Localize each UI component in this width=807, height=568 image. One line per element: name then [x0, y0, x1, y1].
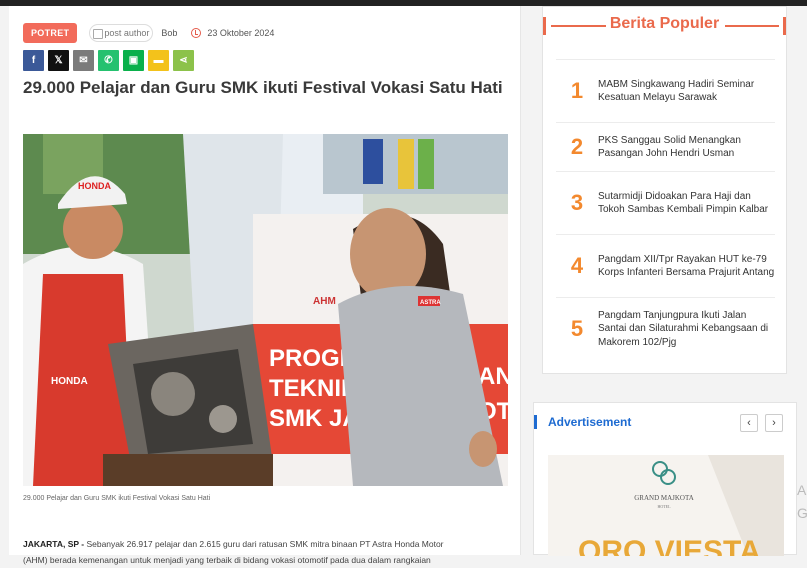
- photo-banner-right: AN: [478, 363, 508, 390]
- heading-rule-1: [551, 25, 606, 27]
- lead-place: JAKARTA, SP -: [23, 539, 87, 549]
- ad-banner[interactable]: GRAND MAJKOTA HOTEL ORO VIESTA: [548, 455, 784, 556]
- popular-item[interactable]: 5 Pangdam Tanjungpura Ikuti Jalan Santai …: [556, 297, 775, 360]
- photo-caption: 29.000 Pelajar dan Guru SMK ikuti Festiv…: [23, 495, 211, 502]
- popular-item-title[interactable]: PKS Sanggau Solid Menangkan Pasangan Joh…: [598, 134, 775, 161]
- heading-rule-2: [725, 25, 779, 27]
- photo-banner-brand: AHM: [313, 296, 336, 307]
- ad-brand-sub: HOTEL: [657, 504, 671, 509]
- post-meta: POTRET post author Bob 23 Oktober 2024: [23, 22, 274, 44]
- photo-cap-text: HONDA: [78, 181, 111, 191]
- category-badge[interactable]: POTRET: [23, 23, 78, 43]
- photo-apron-text: HONDA: [51, 376, 88, 387]
- popular-item[interactable]: 4 Pangdam XII/Tpr Rayakan HUT ke-79 Korps…: [556, 234, 775, 297]
- edge-glyph-2: G: [797, 505, 807, 521]
- facebook-share-icon[interactable]: f: [23, 50, 44, 71]
- ad-next-button[interactable]: ›: [765, 414, 783, 432]
- ad-banner-art: GRAND MAJKOTA HOTEL ORO VIESTA: [548, 455, 784, 556]
- author-name[interactable]: Bob: [161, 28, 177, 38]
- popular-item-title[interactable]: MABM Singkawang Hadiri Seminar Kesatuan …: [598, 78, 775, 105]
- lead-text-2: (AHM) berada kemenangan untuk menjadi ya…: [23, 555, 431, 565]
- article-panel: POTRET post author Bob 23 Oktober 2024 f…: [9, 6, 521, 565]
- popular-item[interactable]: 1 MABM Singkawang Hadiri Seminar Kesatuan…: [556, 59, 775, 122]
- popular-item-rank: 4: [570, 253, 584, 278]
- post-date: 23 Oktober 2024: [207, 28, 275, 38]
- article-body: JAKARTA, SP - Sebanyak 26.917 pelajar da…: [23, 536, 508, 568]
- advertisement-widget: Advertisement ‹ › GRAND MAJKOTA HOTEL OR…: [533, 402, 797, 556]
- lead-text: Sebanyak 26.917 pelajar dan 2.615 guru d…: [86, 539, 444, 549]
- whatsapp-share-icon[interactable]: ✆: [98, 50, 119, 71]
- popular-item-title[interactable]: Pangdam Tanjungpura Ikuti Jalan Santai d…: [598, 309, 775, 350]
- popular-item[interactable]: 3 Sutarmidji Didoakan Para Haji dan Tokoh…: [556, 171, 775, 234]
- sms-share-icon[interactable]: ▬: [148, 50, 169, 71]
- popular-item-title[interactable]: Pangdam XII/Tpr Rayakan HUT ke-79 Korps …: [598, 253, 775, 280]
- sharethis-share-icon[interactable]: ⋖: [173, 50, 194, 71]
- ad-heading-accent: [534, 415, 537, 429]
- author-avatar[interactable]: post author: [89, 24, 154, 42]
- photo-badge-text: ASTRA: [420, 300, 441, 306]
- popular-item-rank: 5: [570, 316, 584, 341]
- ad-brand: GRAND MAJKOTA: [634, 494, 694, 502]
- popular-item[interactable]: 2 PKS Sanggau Solid Menangkan Pasangan Jo…: [556, 122, 775, 171]
- email-share-icon[interactable]: ✉: [73, 50, 94, 71]
- popular-item-rank: 1: [570, 78, 584, 103]
- popular-item-rank: 3: [570, 190, 584, 215]
- line-share-icon[interactable]: ▣: [123, 50, 144, 71]
- popular-list: 1 MABM Singkawang Hadiri Seminar Kesatuan…: [556, 59, 775, 360]
- popular-heading: Berita Populer: [609, 15, 720, 32]
- ad-heading: Advertisement: [548, 415, 632, 429]
- share-bar: f 𝕏 ✉ ✆ ▣ ▬ ⋖: [23, 50, 194, 71]
- popular-item-title[interactable]: Sutarmidji Didoakan Para Haji dan Tokoh …: [598, 190, 775, 217]
- popular-item-rank: 2: [570, 134, 584, 159]
- x-share-icon[interactable]: 𝕏: [48, 50, 69, 71]
- popular-news-widget: Berita Populer 1 MABM Singkawang Hadiri S…: [542, 6, 787, 374]
- ad-prev-button[interactable]: ‹: [740, 414, 758, 432]
- article-title: 29.000 Pelajar dan Guru SMK ikuti Festiv…: [23, 78, 503, 97]
- clock-icon: [191, 28, 202, 38]
- edge-glyph-1: A: [797, 482, 807, 498]
- ad-promo-text: ORO VIESTA: [578, 535, 761, 556]
- article-photo: PROGRAM TEKNIK S SMK JAY AHM AN OT HONDA…: [23, 134, 508, 486]
- photo-illustration: PROGRAM TEKNIK S SMK JAY AHM AN OT HONDA…: [23, 134, 508, 486]
